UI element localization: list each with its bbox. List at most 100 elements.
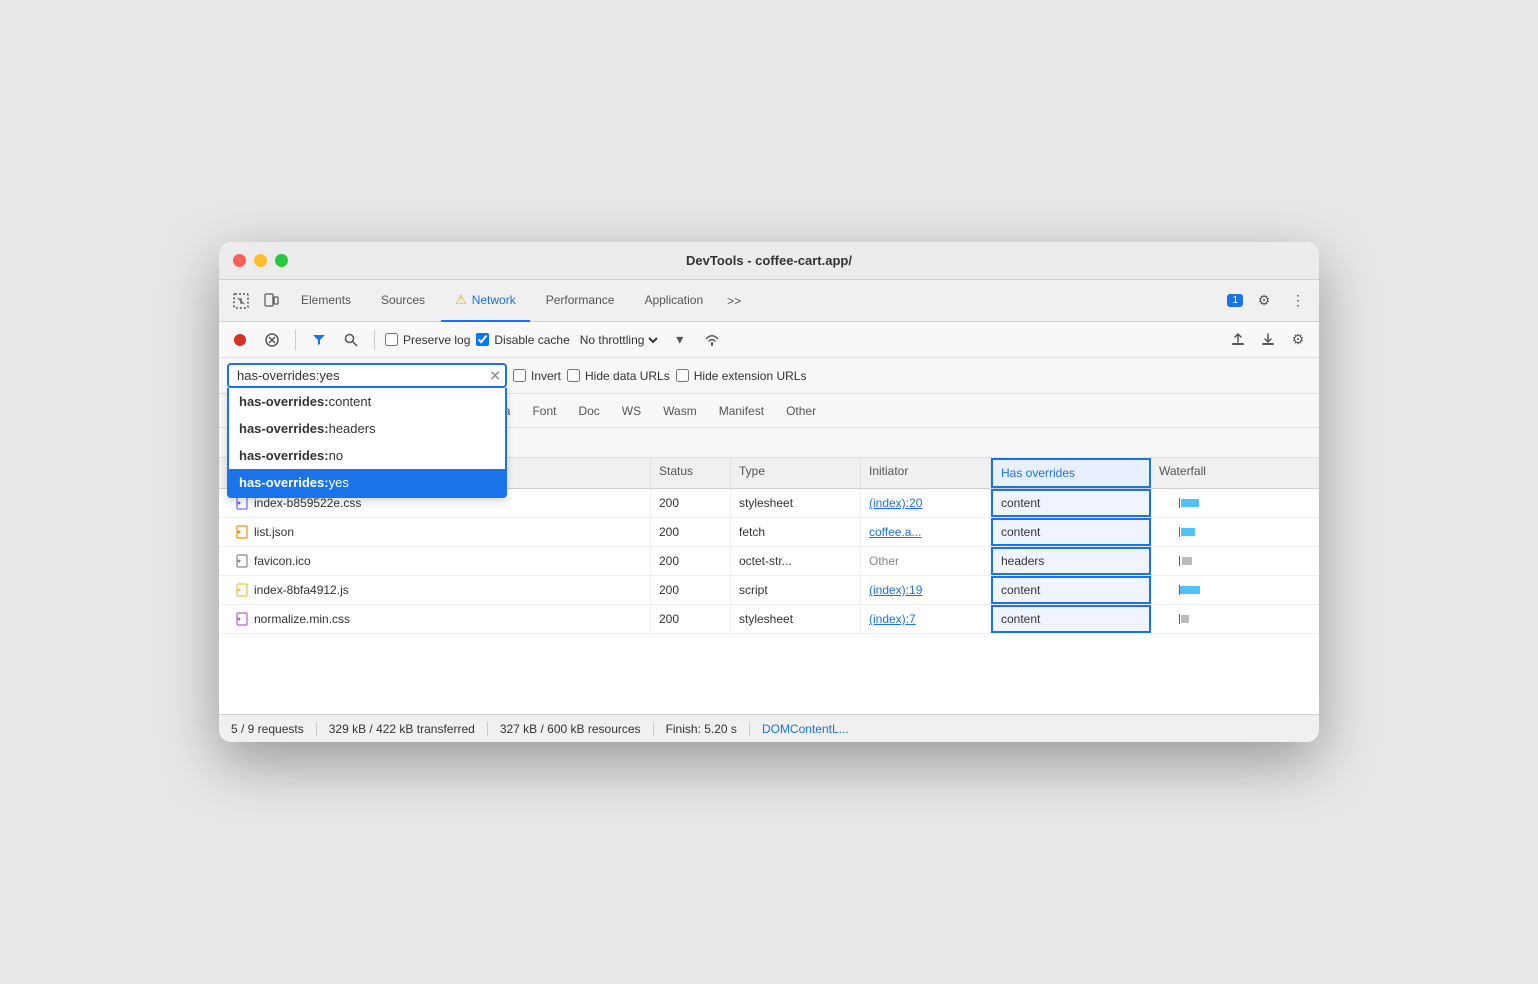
invert-checkbox[interactable]: [513, 369, 526, 382]
cell-name-5: normalize.min.css: [227, 605, 651, 633]
clear-search-button[interactable]: ✕: [489, 367, 501, 384]
hide-ext-urls-checkbox[interactable]: [676, 369, 689, 382]
filter-tab-ws[interactable]: WS: [612, 401, 651, 421]
cell-status-4: 200: [651, 576, 731, 604]
col-waterfall[interactable]: Waterfall: [1151, 458, 1311, 488]
search-button[interactable]: [338, 327, 364, 353]
tab-inspector[interactable]: [227, 289, 255, 313]
tab-elements[interactable]: Elements: [287, 280, 365, 322]
cell-status-1: 200: [651, 489, 731, 517]
css-file-icon: [235, 496, 249, 510]
device-icon: [263, 293, 279, 309]
cell-initiator-5: (index):7: [861, 605, 991, 633]
close-button[interactable]: [233, 254, 246, 267]
search-icon: [344, 333, 358, 347]
export-button[interactable]: [1255, 327, 1281, 353]
tab-bar: Elements Sources ⚠ Network Performance A…: [219, 280, 1319, 322]
throttle-select[interactable]: No throttling: [576, 332, 661, 348]
autocomplete-item-content[interactable]: has-overrides:content: [229, 388, 505, 415]
preserve-log-label[interactable]: Preserve log: [385, 333, 470, 347]
hide-data-urls-checkbox[interactable]: [567, 369, 580, 382]
invert-label[interactable]: Invert: [513, 369, 561, 383]
col-has-overrides[interactable]: Has overrides: [991, 458, 1151, 488]
cell-overrides-3: headers: [991, 547, 1151, 575]
hide-ext-urls-label[interactable]: Hide extension URLs: [676, 369, 807, 383]
status-requests: 5 / 9 requests: [231, 722, 317, 736]
tab-network[interactable]: ⚠ Network: [441, 280, 530, 322]
tab-performance[interactable]: Performance: [532, 280, 629, 322]
empty-space: [219, 634, 1319, 714]
filter-tab-font[interactable]: Font: [522, 401, 566, 421]
cell-type-4: script: [731, 576, 861, 604]
cell-status-5: 200: [651, 605, 731, 633]
cell-type-2: fetch: [731, 518, 861, 546]
network-toolbar: Preserve log Disable cache No throttling…: [219, 322, 1319, 358]
filter-tab-manifest[interactable]: Manifest: [709, 401, 774, 421]
hide-data-urls-label[interactable]: Hide data URLs: [567, 369, 670, 383]
cell-waterfall-1: [1151, 489, 1311, 517]
upload-icon: [1231, 333, 1245, 347]
tab-application[interactable]: Application: [630, 280, 717, 322]
warn-icon: ⚠: [455, 292, 467, 308]
preserve-log-checkbox[interactable]: [385, 333, 398, 346]
stop-recording-button[interactable]: [227, 327, 253, 353]
divider-1: [295, 330, 296, 350]
autocomplete-item-no[interactable]: has-overrides:no: [229, 442, 505, 469]
autocomplete-item-headers[interactable]: has-overrides:headers: [229, 415, 505, 442]
css2-file-icon: [235, 612, 249, 626]
cell-initiator-3: Other: [861, 547, 991, 575]
filter-toggle-button[interactable]: [306, 327, 332, 353]
tab-more[interactable]: >>: [719, 290, 749, 312]
wifi-icon: [699, 327, 725, 353]
disable-cache-label[interactable]: Disable cache: [476, 333, 569, 347]
status-domcontent[interactable]: DOMContentL...: [750, 722, 861, 736]
col-status[interactable]: Status: [651, 458, 731, 488]
cell-overrides-2: content: [991, 518, 1151, 546]
clear-button[interactable]: [259, 327, 285, 353]
table-row: normalize.min.css 200 stylesheet (index)…: [219, 605, 1319, 634]
cell-type-3: octet-str...: [731, 547, 861, 575]
ico-file-icon: [235, 554, 249, 568]
right-icons: ⚙: [1225, 327, 1311, 353]
filter-tab-other[interactable]: Other: [776, 401, 826, 421]
autocomplete-dropdown: has-overrides:content has-overrides:head…: [227, 388, 507, 498]
more-tab-button[interactable]: ⋮: [1285, 288, 1311, 314]
issues-badge[interactable]: 1: [1227, 294, 1243, 307]
col-initiator[interactable]: Initiator: [861, 458, 991, 488]
col-type[interactable]: Type: [731, 458, 861, 488]
network-settings-button[interactable]: ⚙: [1285, 327, 1311, 353]
tab-sources[interactable]: Sources: [367, 280, 439, 322]
import-button[interactable]: [1225, 327, 1251, 353]
autocomplete-item-yes[interactable]: has-overrides:yes: [229, 469, 505, 496]
cell-overrides-5: content: [991, 605, 1151, 633]
stop-icon: [233, 333, 247, 347]
filter-input[interactable]: [227, 363, 507, 388]
js-file-icon: [235, 583, 249, 597]
download-icon: [1261, 333, 1275, 347]
disable-cache-checkbox[interactable]: [476, 333, 489, 346]
cell-overrides-1: content: [991, 489, 1151, 517]
minimize-button[interactable]: [254, 254, 267, 267]
cell-name-4: index-8bfa4912.js: [227, 576, 651, 604]
table-body: index-b859522e.css 200 stylesheet (index…: [219, 489, 1319, 714]
clear-icon: [265, 333, 279, 347]
status-finish: Finish: 5.20 s: [654, 722, 750, 736]
maximize-button[interactable]: [275, 254, 288, 267]
wifi-icon-svg: [704, 333, 720, 347]
tab-right-controls: 1 ⚙ ⋮: [1227, 288, 1311, 314]
table-row: favicon.ico 200 octet-str... Other heade…: [219, 547, 1319, 576]
table-row: list.json 200 fetch coffee.a... content: [219, 518, 1319, 547]
throttle-arrow[interactable]: ▾: [667, 327, 693, 353]
settings-tab-button[interactable]: ⚙: [1251, 288, 1277, 314]
cell-waterfall-2: [1151, 518, 1311, 546]
devtools-window: DevTools - coffee-cart.app/ Elements Sou…: [219, 242, 1319, 742]
titlebar: DevTools - coffee-cart.app/: [219, 242, 1319, 280]
filter-tab-wasm[interactable]: Wasm: [653, 401, 707, 421]
traffic-lights: [233, 254, 288, 267]
tab-device[interactable]: [257, 289, 285, 313]
cell-waterfall-5: [1151, 605, 1311, 633]
cell-name-3: favicon.ico: [227, 547, 651, 575]
status-bar: 5 / 9 requests 329 kB / 422 kB transferr…: [219, 714, 1319, 742]
cell-initiator-2: coffee.a...: [861, 518, 991, 546]
filter-tab-doc[interactable]: Doc: [568, 401, 609, 421]
